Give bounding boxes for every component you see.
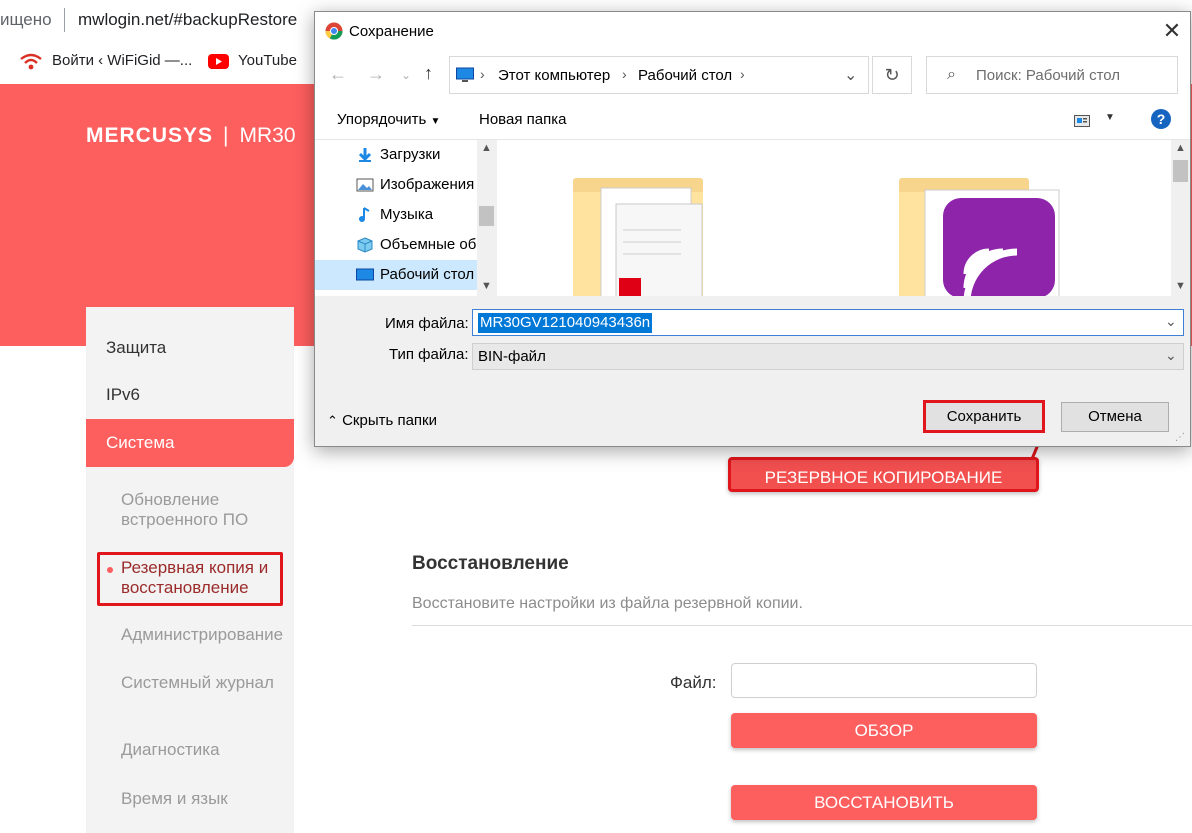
- chevron-right-icon: ›: [740, 66, 745, 82]
- scroll-up-icon[interactable]: ▲: [481, 142, 492, 154]
- computer-icon: [456, 67, 474, 88]
- bookmark-wifigid[interactable]: Войти ‹ WiFiGid —...: [52, 52, 192, 69]
- address-divider: [64, 8, 65, 32]
- hide-folders-label: Скрыть папки: [342, 412, 437, 429]
- file-input[interactable]: [731, 663, 1037, 698]
- tree-item-music[interactable]: Музыка: [315, 200, 477, 230]
- filename-input[interactable]: MR30GV121040943436n ⌄: [472, 309, 1184, 336]
- tree-item-pictures[interactable]: Изображения: [315, 170, 477, 200]
- path-segment-desktop[interactable]: Рабочий стол: [638, 67, 732, 84]
- scroll-down-icon[interactable]: ▼: [1175, 280, 1186, 292]
- browse-button[interactable]: ОБЗОР: [731, 713, 1037, 748]
- recent-chevron-icon[interactable]: ⌄: [401, 68, 411, 82]
- backup-button[interactable]: РЕЗЕРВНОЕ КОПИРОВАНИЕ: [728, 457, 1039, 492]
- chevron-down-icon[interactable]: ⌄: [844, 65, 857, 85]
- tree-scrollbar[interactable]: ▲ ▼: [477, 140, 496, 296]
- chevron-down-icon[interactable]: ⌄: [1165, 313, 1177, 330]
- tree-item-desktop[interactable]: Рабочий стол: [315, 260, 477, 290]
- sidebar-subitem-diagnostics[interactable]: Диагностика: [121, 740, 293, 760]
- sidebar-subitem-syslog[interactable]: Системный журнал: [121, 673, 293, 693]
- scroll-down-icon[interactable]: ▼: [481, 280, 492, 292]
- folder-tree: Загрузки Изображения Музыка Объемные об …: [315, 140, 496, 296]
- logo-divider: |: [223, 124, 230, 147]
- wifi-icon: [20, 52, 42, 77]
- chevron-right-icon: ›: [480, 66, 485, 82]
- hide-folders-button[interactable]: ⌃ Скрыть папки: [327, 412, 437, 429]
- files-scrollbar[interactable]: ▲ ▼: [1171, 140, 1190, 296]
- save-dialog: Сохранение ✕ ← → ⌄ ↑ › Этот компьютер › …: [314, 11, 1191, 447]
- chevron-right-icon: ›: [622, 66, 627, 82]
- music-note-icon: [356, 207, 374, 223]
- sidebar-subitem-time[interactable]: Время и язык: [121, 789, 293, 809]
- section-divider: [412, 625, 1192, 626]
- file-view: [497, 140, 1171, 296]
- close-icon[interactable]: ✕: [1160, 18, 1184, 44]
- filename-value: MR30GV121040943436n: [478, 313, 653, 333]
- save-button[interactable]: Сохранить: [923, 400, 1045, 433]
- dialog-title-bar: Сохранение ✕: [315, 12, 1190, 50]
- tree-item-3d-objects[interactable]: Объемные об: [315, 230, 477, 260]
- help-icon[interactable]: ?: [1151, 109, 1171, 129]
- brand-logo: MERCUSYS | MR30: [86, 124, 296, 148]
- dropdown-caret-icon[interactable]: ▼: [1105, 112, 1115, 123]
- scroll-up-icon[interactable]: ▲: [1175, 142, 1186, 154]
- scroll-thumb[interactable]: [1173, 160, 1188, 182]
- restore-description: Восстановите настройки из файла резервно…: [412, 595, 803, 612]
- path-segment-computer[interactable]: Этот компьютер: [498, 67, 610, 84]
- forward-arrow-icon[interactable]: →: [367, 64, 385, 85]
- desktop-icon: [356, 267, 374, 283]
- sidebar-item-security[interactable]: Защита: [86, 338, 294, 358]
- router-sidebar: Защита IPv6 Система Обновление встроенно…: [86, 307, 294, 833]
- filename-label: Имя файла:: [385, 315, 469, 332]
- search-icon: ⌕: [947, 66, 956, 83]
- path-breadcrumb[interactable]: › Этот компьютер › Рабочий стол › ⌄: [449, 56, 869, 94]
- new-folder-button[interactable]: Новая папка: [479, 111, 566, 128]
- resize-grip-icon[interactable]: ⋰: [1175, 432, 1185, 443]
- chevron-down-icon[interactable]: ⌄: [1165, 347, 1177, 364]
- cube-icon: [356, 237, 374, 253]
- view-options-icon[interactable]: [1074, 114, 1090, 132]
- search-placeholder: Поиск: Рабочий стол: [976, 67, 1121, 84]
- sidebar-subitem-admin[interactable]: Администрирование: [121, 625, 293, 645]
- brand-name: MERCUSYS: [86, 124, 214, 147]
- chevron-up-icon: ⌃: [327, 413, 338, 428]
- search-input[interactable]: ⌕ Поиск: Рабочий стол: [926, 56, 1178, 94]
- up-arrow-icon[interactable]: ↑: [424, 63, 433, 84]
- scroll-thumb[interactable]: [479, 206, 494, 226]
- dialog-title: Сохранение: [349, 23, 434, 40]
- filetype-select[interactable]: BIN-файл ⌄: [472, 343, 1184, 370]
- restore-button[interactable]: ВОССТАНОВИТЬ: [731, 785, 1037, 820]
- file-label: Файл:: [670, 673, 717, 692]
- dialog-toolbar: Упорядочить ▼ Новая папка ▼ ?: [315, 98, 1190, 140]
- back-arrow-icon[interactable]: ←: [329, 64, 347, 85]
- security-indicator[interactable]: ищено: [0, 10, 52, 30]
- media-folder-icon[interactable]: [897, 178, 1067, 296]
- tree-item-downloads[interactable]: Загрузки: [315, 140, 477, 170]
- download-arrow-icon: [356, 147, 374, 163]
- restore-title: Восстановление: [412, 553, 569, 574]
- documents-folder-icon[interactable]: [571, 178, 741, 296]
- url-field[interactable]: mwlogin.net/#backupRestore: [78, 10, 297, 30]
- dialog-nav-row: ← → ⌄ ↑ › Этот компьютер › Рабочий стол …: [315, 50, 1190, 98]
- model-name: MR30: [239, 124, 296, 147]
- sidebar-subitem-firmware[interactable]: Обновление встроенного ПО: [121, 490, 293, 530]
- cancel-button[interactable]: Отмена: [1061, 402, 1169, 432]
- picture-icon: [356, 177, 374, 193]
- youtube-icon: [208, 54, 229, 74]
- chrome-icon: [325, 22, 343, 45]
- sidebar-item-system[interactable]: Система: [86, 419, 294, 467]
- filetype-value: BIN-файл: [478, 348, 546, 365]
- filetype-label: Тип файла:: [389, 346, 469, 363]
- sidebar-subitem-backup[interactable]: Резервная копия и восстановление: [121, 558, 293, 598]
- dropdown-caret-icon: ▼: [430, 116, 441, 127]
- refresh-icon[interactable]: ↻: [872, 56, 912, 94]
- sidebar-item-ipv6[interactable]: IPv6: [86, 385, 294, 405]
- organize-button[interactable]: Упорядочить ▼: [337, 111, 440, 128]
- organize-label: Упорядочить: [337, 111, 427, 128]
- bookmark-youtube[interactable]: YouTube: [238, 52, 297, 69]
